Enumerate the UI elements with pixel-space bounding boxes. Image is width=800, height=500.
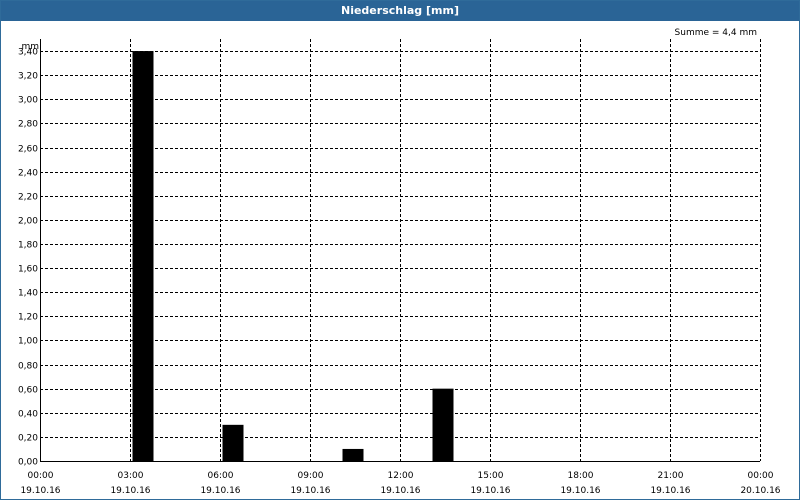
- x-tick-time-label: 00:00: [28, 471, 54, 481]
- y-tick-label: 2,20: [18, 193, 38, 203]
- x-tick-date-label: 19.10.16: [290, 486, 330, 496]
- y-tick-label: 0,80: [18, 362, 38, 372]
- precipitation-bar: [132, 51, 154, 462]
- precipitation-bar: [432, 388, 454, 461]
- y-tick-labels: 0,00 0,20 0,40 0,60 0,80 1,00 1,20 1,40 1,60 1,80…: [18, 48, 38, 468]
- sum-label: Summe = 4,4 mm: [675, 28, 757, 38]
- y-tick-label: 3,00: [18, 96, 38, 106]
- y-tick-label: 2,80: [18, 120, 38, 130]
- y-tick-label: 1,80: [18, 241, 38, 251]
- y-tick-label: 0,00: [18, 458, 38, 468]
- y-tick-label: 1,00: [18, 337, 38, 347]
- y-tick-label: 3,20: [18, 72, 38, 82]
- x-tick-date-label: 20.10.16: [740, 486, 780, 496]
- y-tick-label: 1,20: [18, 313, 38, 323]
- x-tick-date-label: 19.10.16: [380, 486, 420, 496]
- y-tick-label: 3,40: [18, 48, 38, 58]
- x-tick-date-label: 19.10.16: [560, 486, 600, 496]
- x-tick-labels: 00:00 19.10.16 03:00 19.10.16 06:00 19.10.16 0…: [20, 471, 780, 496]
- y-tick-label: 0,20: [18, 434, 38, 444]
- x-tick-time-label: 21:00: [658, 471, 684, 481]
- precipitation-bar: [342, 448, 364, 461]
- x-tick-time-label: 03:00: [118, 471, 144, 481]
- x-tick-time-label: 12:00: [388, 471, 414, 481]
- y-tick-label: 1,40: [18, 289, 38, 299]
- x-tick-date-label: 19.10.16: [470, 486, 510, 496]
- x-tick-date-label: 19.10.16: [110, 486, 150, 496]
- y-tick-label: 2,00: [18, 217, 38, 227]
- x-tick-time-label: 06:00: [208, 471, 234, 481]
- x-tick-time-label: 00:00: [748, 471, 774, 481]
- y-tick-label: 0,60: [18, 386, 38, 396]
- y-tick-label: 2,40: [18, 169, 38, 179]
- x-tick-date-label: 19.10.16: [650, 486, 690, 496]
- x-tick-time-label: 15:00: [478, 471, 504, 481]
- precipitation-bar: [222, 424, 244, 461]
- x-tick-time-label: 09:00: [298, 471, 324, 481]
- chart-window: Niederschlag [mm] mm Summe = 4,4 mm 0,00…: [0, 0, 800, 500]
- x-tick-time-label: 18:00: [568, 471, 594, 481]
- precipitation-chart: mm Summe = 4,4 mm 0,000,200,400,600,801,…: [18, 28, 781, 496]
- y-tick-label: 2,60: [18, 145, 38, 155]
- y-tick-label: 0,40: [18, 410, 38, 420]
- y-tick-label: 1,60: [18, 265, 38, 275]
- bar-series: [132, 51, 454, 462]
- x-tick-date-label: 19.10.16: [200, 486, 240, 496]
- x-tick-date-label: 19.10.16: [20, 486, 60, 496]
